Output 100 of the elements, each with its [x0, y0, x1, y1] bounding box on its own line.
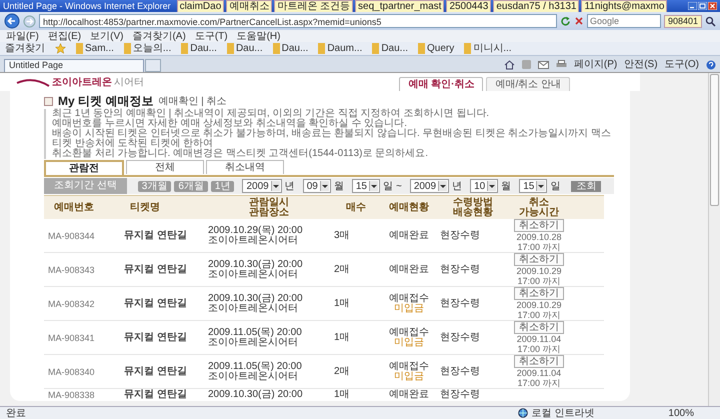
column-header: 관람일시 관람장소 [248, 198, 290, 218]
booking-status: 예매완료 [389, 264, 429, 274]
menu-item[interactable]: 보기(V) [90, 30, 124, 42]
show-datetime: 2009.11.05(목) 20:00 [208, 328, 302, 338]
content-tab[interactable]: 관람전 [44, 160, 124, 175]
search-field[interactable]: Google [586, 14, 661, 28]
pickup-method: 현장수령 [440, 366, 480, 376]
sticky-note[interactable]: 908401 [664, 14, 702, 28]
ticket-count: 1매 [334, 298, 350, 308]
favorites-button[interactable]: 즐겨찾기 [5, 43, 45, 54]
pickup-method: 현장수령 [440, 332, 480, 342]
sticky-note[interactable]: claimDao [176, 0, 224, 12]
page-subheading: 예매확인 | 취소 [158, 96, 226, 106]
payment-status: 미입금 [394, 304, 424, 314]
cancel-deadline: 2009.10.28 17:00 까지 [516, 232, 562, 252]
star-icon[interactable] [55, 43, 66, 54]
cancel-button[interactable]: 취소하기 [514, 321, 564, 334]
ticket-count: 3매 [334, 230, 350, 240]
content-tab[interactable]: 취소내역 [206, 160, 284, 174]
date-unit: 월 [501, 180, 512, 192]
column-header: 취소 가능시간 [518, 198, 560, 218]
command-menu[interactable]: 페이지(P) [574, 59, 618, 70]
booking-number[interactable]: MA-908340 [48, 366, 95, 376]
sticky-note[interactable]: 예매취소 [226, 0, 272, 12]
printer-icon[interactable] [556, 60, 567, 69]
sticky-note[interactable]: seq_tpartner_mast [355, 0, 444, 12]
cancel-button[interactable]: 취소하기 [514, 355, 564, 368]
booking-number[interactable]: MA-908338 [48, 390, 95, 400]
sticky-note[interactable]: 11nights@maxmo [581, 0, 668, 12]
menu-item[interactable]: 도구(T) [194, 30, 228, 42]
booking-number[interactable]: MA-908343 [48, 264, 95, 274]
search-icon[interactable] [705, 16, 716, 26]
globe-icon [518, 408, 528, 418]
booking-number[interactable]: MA-908344 [48, 230, 95, 240]
booking-number[interactable]: MA-908341 [48, 332, 95, 342]
sticky-note[interactable]: eusdan75 / h3131 [493, 0, 580, 12]
date-unit: 년 [284, 180, 295, 192]
help-icon[interactable] [706, 60, 716, 70]
address-field[interactable]: http://localhost:4853/partner.maxmovie.com/PartnerCancelList.aspx?memid=unions5 [39, 14, 557, 28]
ticket-title: 뮤지컬 연탄길 [124, 298, 187, 308]
date-unit: 일 [550, 180, 560, 192]
ticket-count: 2매 [334, 264, 350, 274]
menu-item[interactable]: 즐겨찾기(A) [132, 30, 186, 42]
home-icon[interactable] [504, 60, 515, 70]
cancel-button[interactable]: 취소하기 [514, 219, 564, 232]
date-dropdown[interactable]: 10 [470, 179, 498, 193]
date-dropdown[interactable]: 15 [352, 179, 380, 193]
date-unit: 월 [334, 180, 344, 192]
booking-number[interactable]: MA-908342 [48, 298, 95, 308]
venue-text: 조이아트레온시어터 [208, 270, 298, 280]
sticky-note[interactable]: 2500443 [446, 0, 492, 12]
mail-icon[interactable] [538, 60, 549, 68]
nav-tab[interactable]: 예매/취소 안내 [486, 77, 570, 91]
status-text: 완료 [6, 408, 27, 418]
forward-icon[interactable] [23, 14, 36, 28]
column-header: 예매현황 [388, 202, 430, 212]
menu-item[interactable]: 편집(E) [48, 30, 82, 42]
cancel-button[interactable]: 취소하기 [514, 253, 564, 266]
pickup-method: 현장수령 [440, 264, 480, 274]
date-dropdown[interactable]: 09 [302, 179, 331, 193]
close-icon[interactable] [574, 16, 584, 26]
refresh-icon[interactable] [560, 16, 571, 26]
pickup-method: 현장수령 [440, 230, 480, 240]
show-datetime: 2009.10.30(금) 20:00 [208, 260, 303, 270]
browser-tab[interactable]: Untitled Page [4, 59, 144, 72]
filter-label: 조회기간 선택 [44, 178, 127, 194]
payment-status: 미입금 [394, 338, 424, 348]
ticket-title: 뮤지컬 연탄길 [124, 390, 187, 400]
back-icon[interactable] [4, 13, 20, 29]
date-unit: 일 [382, 180, 393, 192]
sticky-note[interactable]: 마트레온 조건등 [274, 0, 354, 12]
venue-text: 조이아트레온시어터 [208, 236, 298, 246]
menu-item[interactable]: 파일(F) [6, 30, 39, 42]
booking-status: 예매접수 [389, 362, 429, 372]
command-menu[interactable]: 도구(O) [664, 59, 699, 70]
pickup-method: 현장수령 [440, 390, 480, 400]
date-dropdown[interactable]: 15 [519, 179, 548, 193]
content-tab[interactable]: 전체 [126, 160, 204, 174]
security-zone: 로컬 인트라넷 [532, 408, 594, 418]
menu-item[interactable]: 도움말(H) [236, 30, 280, 42]
nav-tab[interactable]: 예매 확인·취소 [399, 77, 484, 91]
command-menu[interactable]: 안전(S) [624, 59, 658, 70]
column-header: 수령방법 배송현황 [452, 198, 494, 218]
maximize-icon[interactable] [698, 2, 707, 10]
theater-logo[interactable]: 조이아트레온 시어터 [16, 77, 144, 88]
show-datetime: 2009.10.29(목) 20:00 [208, 226, 303, 236]
notice-text: 예매번호를 누르시면 자세한 예매 상세정보와 취소내역을 확인하실 수 있습니다. [52, 119, 408, 129]
column-header: 티켓명 [129, 202, 161, 212]
cancel-button[interactable]: 취소하기 [514, 287, 564, 300]
window-title: Untitled Page - Windows Internet Explorer [3, 0, 171, 12]
date-dropdown[interactable]: 2009 [242, 179, 282, 193]
ticket-count: 1매 [334, 332, 350, 342]
cancel-deadline: 2009.10.29 17:00 까지 [516, 300, 562, 320]
page-heading: My 티켓 예매정보 [58, 96, 154, 106]
date-dropdown[interactable]: 2009 [410, 179, 450, 193]
search-button[interactable]: 조회 [571, 180, 602, 192]
minimize-icon[interactable] [688, 2, 697, 10]
ticket-count: 2매 [334, 366, 350, 376]
zoom-level[interactable]: 100% [668, 408, 694, 418]
scrollbar[interactable] [708, 73, 720, 406]
